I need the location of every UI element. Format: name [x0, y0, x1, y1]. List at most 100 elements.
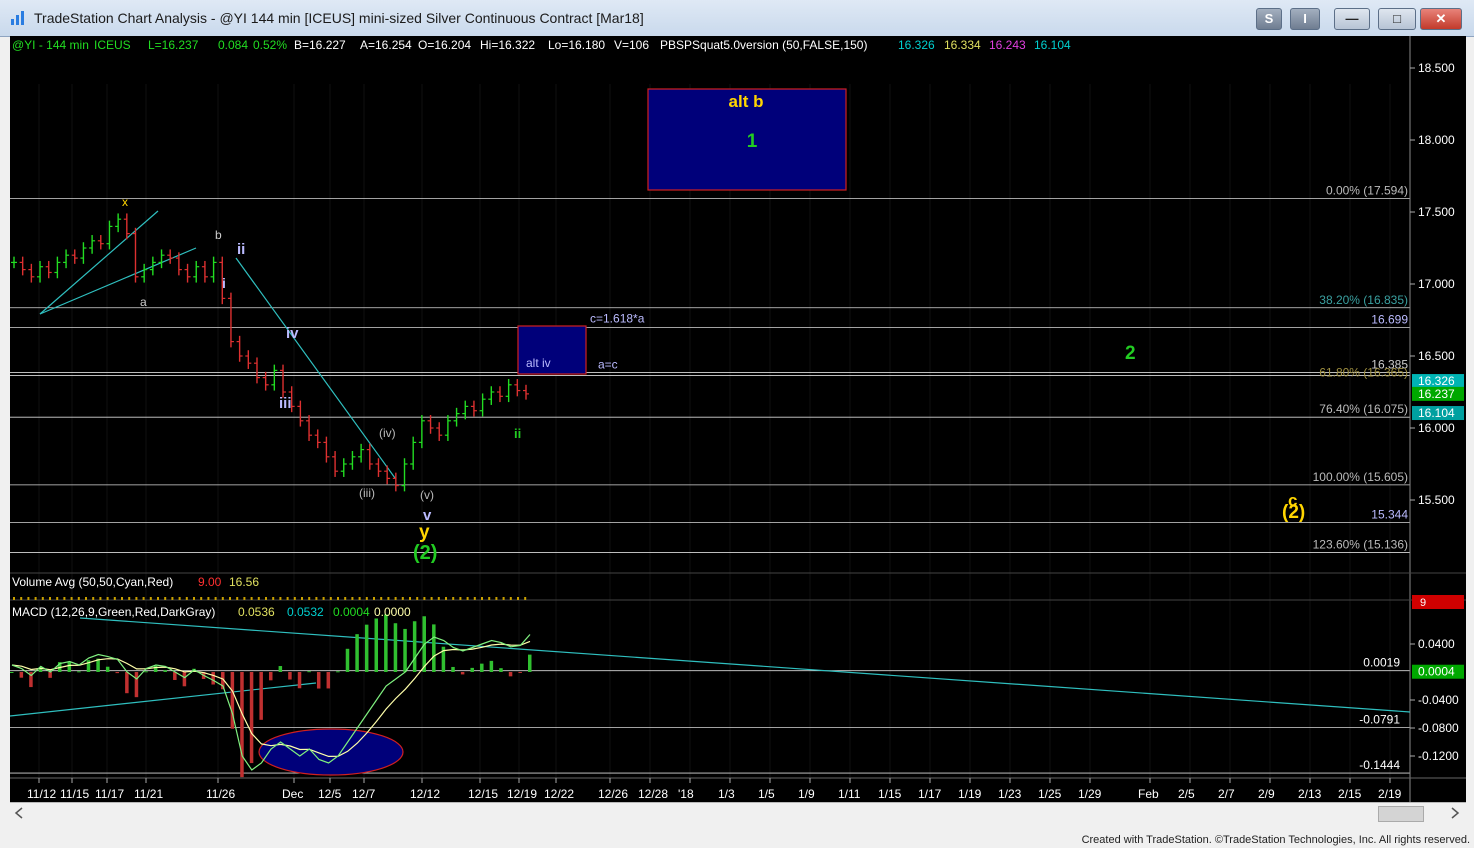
price-bar [11, 256, 17, 269]
date-tick-label: 1/25 [1038, 787, 1062, 801]
volume-axis-value: 9 [1420, 597, 1426, 609]
date-tick-label: '18 [678, 787, 694, 801]
price-tag-label: 16.237 [1418, 387, 1455, 401]
price-bar [89, 235, 96, 254]
scroll-thumb[interactable] [1378, 806, 1424, 822]
macd-divergence-oval [258, 728, 404, 776]
status-ask: A=16.254 [360, 38, 412, 52]
wave-label-i: i [222, 275, 226, 291]
fib-level-label: 61.80% (16.365) [1319, 365, 1408, 379]
date-tick-label: 1/5 [758, 787, 775, 801]
wave-label-iii-minor: (iii) [359, 486, 375, 500]
date-tick-label: 1/3 [718, 787, 735, 801]
price-bar [54, 256, 61, 279]
maximize-button[interactable]: □ [1378, 8, 1416, 30]
status-change: 0.084 [218, 38, 248, 52]
macd-tick-label: 0.0400 [1418, 637, 1455, 651]
status-vol: V=106 [614, 38, 649, 52]
price-bar [349, 451, 356, 470]
macd-histogram-bar [364, 624, 369, 672]
date-tick-label: Dec [282, 787, 303, 801]
macd-v3: 0.0004 [333, 605, 370, 619]
macd-trendline-up [9, 682, 317, 717]
macd-histogram-bar [125, 672, 129, 694]
date-tick-label: 1/17 [918, 787, 942, 801]
price-bar [470, 400, 477, 417]
s-menu-button[interactable]: S [1256, 8, 1282, 30]
trendline-decline [235, 257, 396, 479]
price-bar [505, 379, 512, 403]
chart-frame[interactable]: 0.00% (17.594) 38.20% (16.835) 16.699 16.38… [9, 36, 1466, 822]
date-tick-label: 2/5 [1178, 787, 1195, 801]
status-v2: 16.334 [944, 38, 981, 52]
price-bar [167, 249, 174, 264]
macd-current-label: 0.0004 [1418, 665, 1455, 679]
status-open: O=16.204 [418, 38, 471, 52]
i-menu-button[interactable]: I [1290, 8, 1320, 30]
macd-tick-label: -0.0400 [1418, 693, 1459, 707]
macd-histogram-bar [432, 624, 436, 672]
minimize-button[interactable]: — [1334, 8, 1370, 30]
wave-label-ii-major: ii [237, 241, 245, 258]
price-bar [401, 458, 408, 492]
macd-histogram-bar [412, 621, 417, 672]
date-tick-label: 11/17 [95, 787, 124, 801]
scroll-right-icon[interactable] [1450, 807, 1460, 819]
macd-histogram-bar [518, 672, 522, 673]
fib-annotations: c=1.618*a a=c [590, 311, 645, 371]
price-tag-label: 16.104 [1418, 406, 1455, 420]
price-bar [123, 213, 130, 240]
fib-level-label: 123.60% (15.136) [1313, 537, 1408, 551]
macd-histogram-bar [297, 672, 302, 689]
status-v1: 16.326 [898, 38, 935, 52]
status-pct: 0.52% [253, 38, 287, 52]
date-tick-label: 2/19 [1378, 787, 1402, 801]
wave-label-iv: iv [286, 325, 299, 342]
price-tick-label: 18.500 [1418, 61, 1455, 75]
wave-label-iii: iii [279, 395, 292, 412]
macd-v2: 0.0532 [287, 605, 324, 619]
price-bar [375, 458, 382, 477]
macd-histogram-bar [105, 666, 110, 672]
macd-histogram-bar [345, 648, 350, 672]
macd-histogram-bar [48, 672, 52, 678]
price-bar [297, 400, 304, 427]
price-tags: 16.32616.23716.104 [1412, 374, 1464, 421]
macd-histogram-bar [10, 672, 14, 673]
volume-header: Volume Avg (50,50,Cyan,Red) 9.00 16.56 [12, 575, 259, 589]
price-bar [201, 260, 208, 283]
chart-canvas[interactable]: 0.00% (17.594)38.20% (16.835)16.69916.38… [9, 36, 1466, 802]
window-title: TradeStation Chart Analysis - @YI 144 mi… [34, 10, 644, 26]
fib-level-label: 100.00% (15.605) [1313, 470, 1408, 484]
price-bar [262, 371, 269, 391]
macd-histogram-bar [240, 672, 244, 778]
close-button[interactable]: ✕ [1420, 8, 1462, 30]
macd-tick-label: -0.0800 [1418, 721, 1459, 735]
status-exchange: ICEUS [94, 38, 131, 52]
wave-label-v-minor: (v) [420, 488, 434, 502]
macd-histogram-bar [19, 672, 24, 678]
date-tick-label: 1/29 [1078, 787, 1102, 801]
macd-histogram-bar [393, 623, 398, 672]
date-tick-label: 1/11 [838, 787, 861, 801]
macd-histogram-bar [259, 672, 263, 720]
price-bar [358, 443, 365, 463]
date-tick-label: 2/13 [1298, 787, 1322, 801]
status-v4: 16.104 [1034, 38, 1071, 52]
scroll-left-icon[interactable] [14, 807, 24, 819]
horizontal-scrollbar[interactable] [10, 802, 1466, 823]
price-bar [436, 422, 443, 441]
price-bar [323, 436, 330, 463]
macd-histogram-bar [326, 672, 331, 689]
date-tick-label: 11/12 [27, 787, 56, 801]
fib-annotation: c=1.618*a [590, 311, 645, 325]
price-bar [384, 465, 391, 485]
macd-histogram-bar [336, 671, 340, 673]
date-tick-label: 11/26 [206, 787, 235, 801]
volume-v2: 16.56 [229, 575, 259, 589]
date-tick-label: Feb [1138, 787, 1159, 801]
date-tick-label: 12/19 [507, 787, 537, 801]
macd-axis: 0.0400 -0.0400 -0.0800 -0.1200 0.0004 [1410, 637, 1464, 763]
price-bar [366, 443, 373, 470]
macd-histogram-bar [211, 672, 215, 685]
